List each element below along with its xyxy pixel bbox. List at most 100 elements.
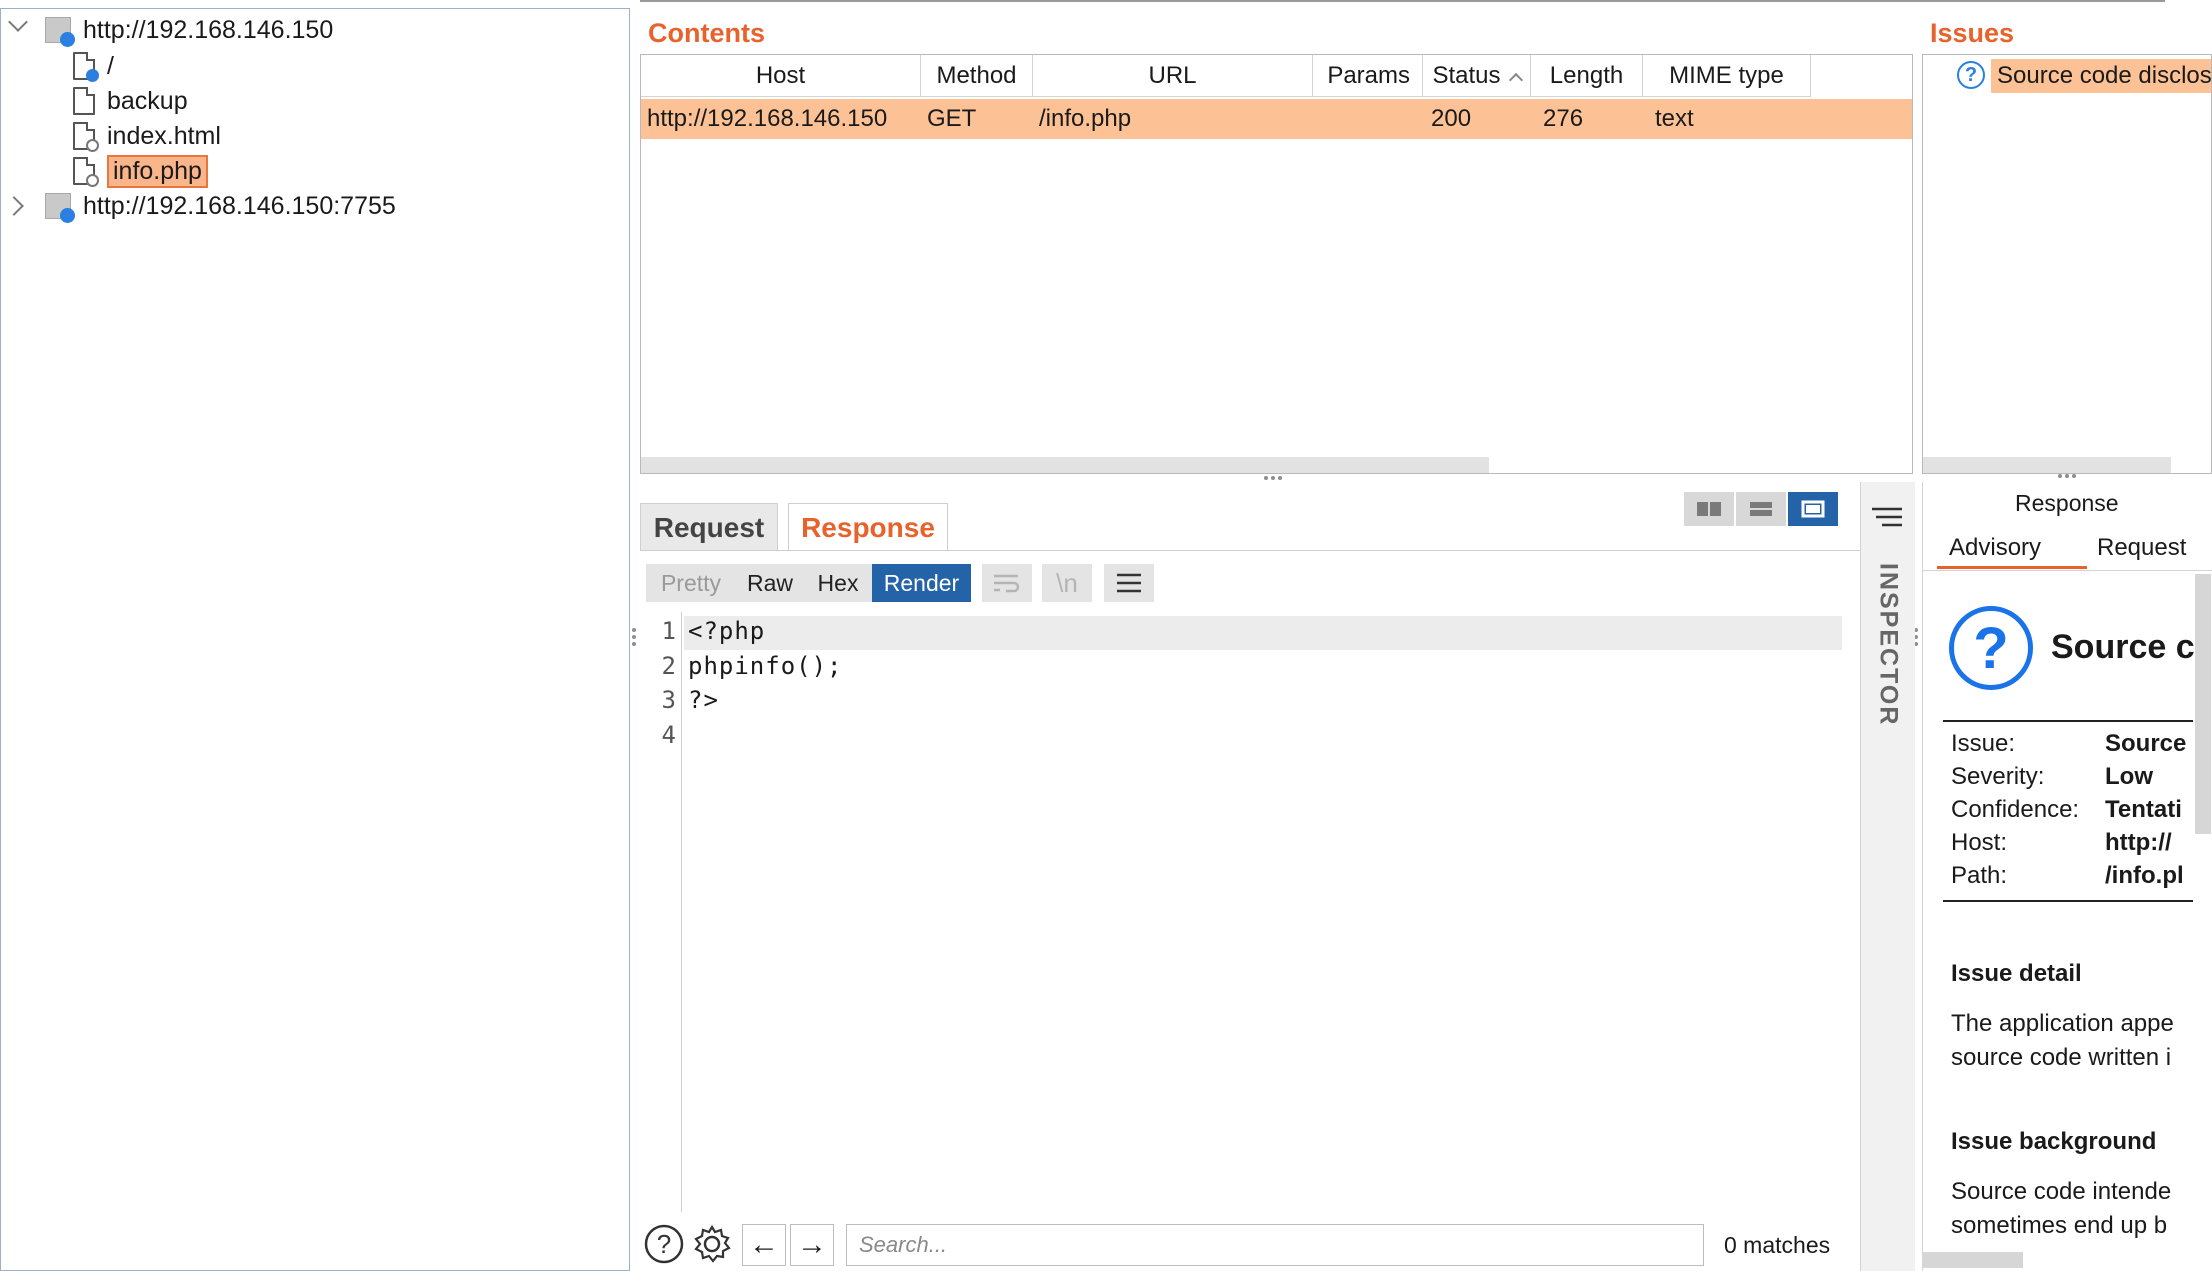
current-line-highlight	[684, 616, 1842, 650]
tree-node-label: http://192.168.146.150:7755	[83, 191, 396, 220]
chevron-right-icon[interactable]	[4, 196, 24, 216]
view-render-button[interactable]: Render	[872, 564, 971, 602]
splitter-grip[interactable]	[2058, 474, 2076, 478]
tree-node-label: /	[107, 51, 114, 80]
layout-side-by-side-button[interactable]	[1684, 492, 1734, 526]
line-number: 1	[661, 617, 676, 645]
single-pane-icon	[1801, 500, 1825, 518]
issues-panel: ? Source code disclos	[1922, 54, 2212, 474]
view-pretty-button[interactable]: Pretty	[646, 564, 736, 602]
field-label: Host:	[1951, 829, 2008, 856]
hamburger-icon	[1117, 573, 1141, 593]
view-hex-button[interactable]: Hex	[804, 564, 872, 602]
host-icon	[45, 17, 75, 47]
tab-request[interactable]: Request	[2097, 534, 2186, 562]
column-header-url[interactable]: URL	[1033, 55, 1313, 97]
rows-icon	[1750, 502, 1772, 516]
gear-icon	[694, 1224, 731, 1263]
cell-method: GET	[927, 105, 977, 132]
horizontal-scrollbar[interactable]	[641, 457, 1489, 473]
previous-match-button[interactable]: ←	[742, 1224, 786, 1266]
field-label: Severity:	[1951, 763, 2045, 790]
issue-background-text: Source code intende	[1951, 1178, 2172, 1205]
field-value: Low	[2105, 763, 2153, 790]
cell-length: 276	[1543, 105, 1584, 132]
issue-background-heading: Issue background	[1951, 1128, 2157, 1155]
tree-node-backup[interactable]: backup	[73, 84, 188, 118]
filter-lines-icon	[1872, 507, 1902, 527]
tree-node-label: index.html	[107, 121, 221, 150]
table-row[interactable]: http://192.168.146.150 GET /info.php 200…	[641, 99, 1912, 139]
field-value: /info.pl	[2105, 862, 2184, 889]
line-number: 2	[661, 652, 676, 680]
host-icon	[45, 193, 75, 223]
layout-single-button[interactable]	[1788, 492, 1838, 526]
match-count: 0 matches	[1724, 1232, 1831, 1258]
show-newlines-button[interactable]: \n	[1042, 564, 1092, 602]
file-icon	[73, 157, 99, 187]
contents-title: Contents	[648, 18, 765, 48]
field-value: Source	[2105, 730, 2187, 757]
tree-node-root[interactable]: /	[73, 49, 114, 83]
file-icon	[73, 122, 99, 152]
column-header-length[interactable]: Length	[1531, 55, 1643, 97]
inspector-toggle-button[interactable]	[1871, 506, 1903, 533]
chevron-down-icon[interactable]	[8, 12, 28, 32]
field-value: Tentati	[2105, 796, 2182, 823]
next-match-button[interactable]: →	[790, 1224, 834, 1266]
column-header-status[interactable]: Status	[1423, 55, 1531, 97]
splitter-grip[interactable]	[632, 628, 636, 646]
issue-detail-text: The application appe	[1951, 1010, 2174, 1037]
issues-title: Issues	[1930, 18, 2015, 48]
tree-node-label: backup	[107, 86, 188, 115]
help-button[interactable]: ?	[644, 1224, 684, 1264]
column-header-host[interactable]: Host	[641, 55, 921, 97]
vertical-scrollbar[interactable]	[2195, 574, 2211, 834]
search-input[interactable]	[846, 1224, 1704, 1266]
wrap-lines-button[interactable]	[982, 564, 1032, 602]
response-editor[interactable]	[640, 612, 1860, 1212]
tree-node-index-html[interactable]: index.html	[73, 119, 221, 153]
issue-item[interactable]: Source code disclos	[1991, 59, 2211, 93]
tab-response[interactable]: Response	[788, 503, 948, 551]
arrow-right-icon: →	[797, 1228, 827, 1261]
splitter-grip[interactable]	[1264, 476, 1282, 480]
wrap-icon	[994, 574, 1020, 593]
horizontal-scrollbar[interactable]	[1923, 1252, 2023, 1268]
issue-detail-heading: Issue detail	[1951, 960, 2082, 987]
code-line: <?php	[688, 617, 766, 645]
active-tab-underline	[1937, 566, 2087, 569]
field-label: Path:	[1951, 862, 2008, 889]
settings-button[interactable]	[692, 1224, 732, 1264]
editor-menu-button[interactable]	[1104, 564, 1154, 602]
tree-node-info-php[interactable]: info.php	[73, 154, 208, 188]
tab-divider	[1923, 570, 2212, 571]
contents-table: Host Method URL Params Status Length MIM…	[640, 54, 1913, 474]
field-value: http://	[2105, 829, 2172, 856]
column-header-params[interactable]: Params	[1313, 55, 1423, 97]
layout-stacked-button[interactable]	[1736, 492, 1786, 526]
svg-text:?: ?	[657, 1229, 671, 1259]
fields-divider	[1943, 900, 2193, 902]
field-label: Issue:	[1951, 730, 2016, 757]
question-icon: ?	[644, 1224, 684, 1264]
cell-mime-type: text	[1655, 105, 1694, 132]
column-header-mime-type[interactable]: MIME type	[1643, 55, 1811, 97]
column-header-method[interactable]: Method	[921, 55, 1033, 97]
advisory-title: Source c	[2051, 628, 2195, 666]
tab-request[interactable]: Request	[640, 503, 778, 551]
tree-node-host-1[interactable]: http://192.168.146.150	[8, 12, 333, 47]
question-icon: ?	[1949, 606, 2033, 690]
inspector-label[interactable]: INSPECTOR	[1868, 563, 1908, 726]
question-icon: ?	[1957, 61, 1985, 89]
gutter-divider	[681, 612, 682, 1212]
issue-detail-text: source code written i	[1951, 1044, 2172, 1071]
tree-node-host-2[interactable]: http://192.168.146.150:7755	[4, 189, 396, 223]
horizontal-scrollbar[interactable]	[1923, 457, 2171, 473]
cell-url: /info.php	[1039, 105, 1132, 132]
tab-advisory[interactable]: Advisory	[1949, 534, 2041, 562]
tab-divider	[640, 550, 1860, 551]
code-line: phpinfo();	[688, 652, 843, 680]
line-number: 4	[661, 721, 676, 749]
view-raw-button[interactable]: Raw	[736, 564, 804, 602]
